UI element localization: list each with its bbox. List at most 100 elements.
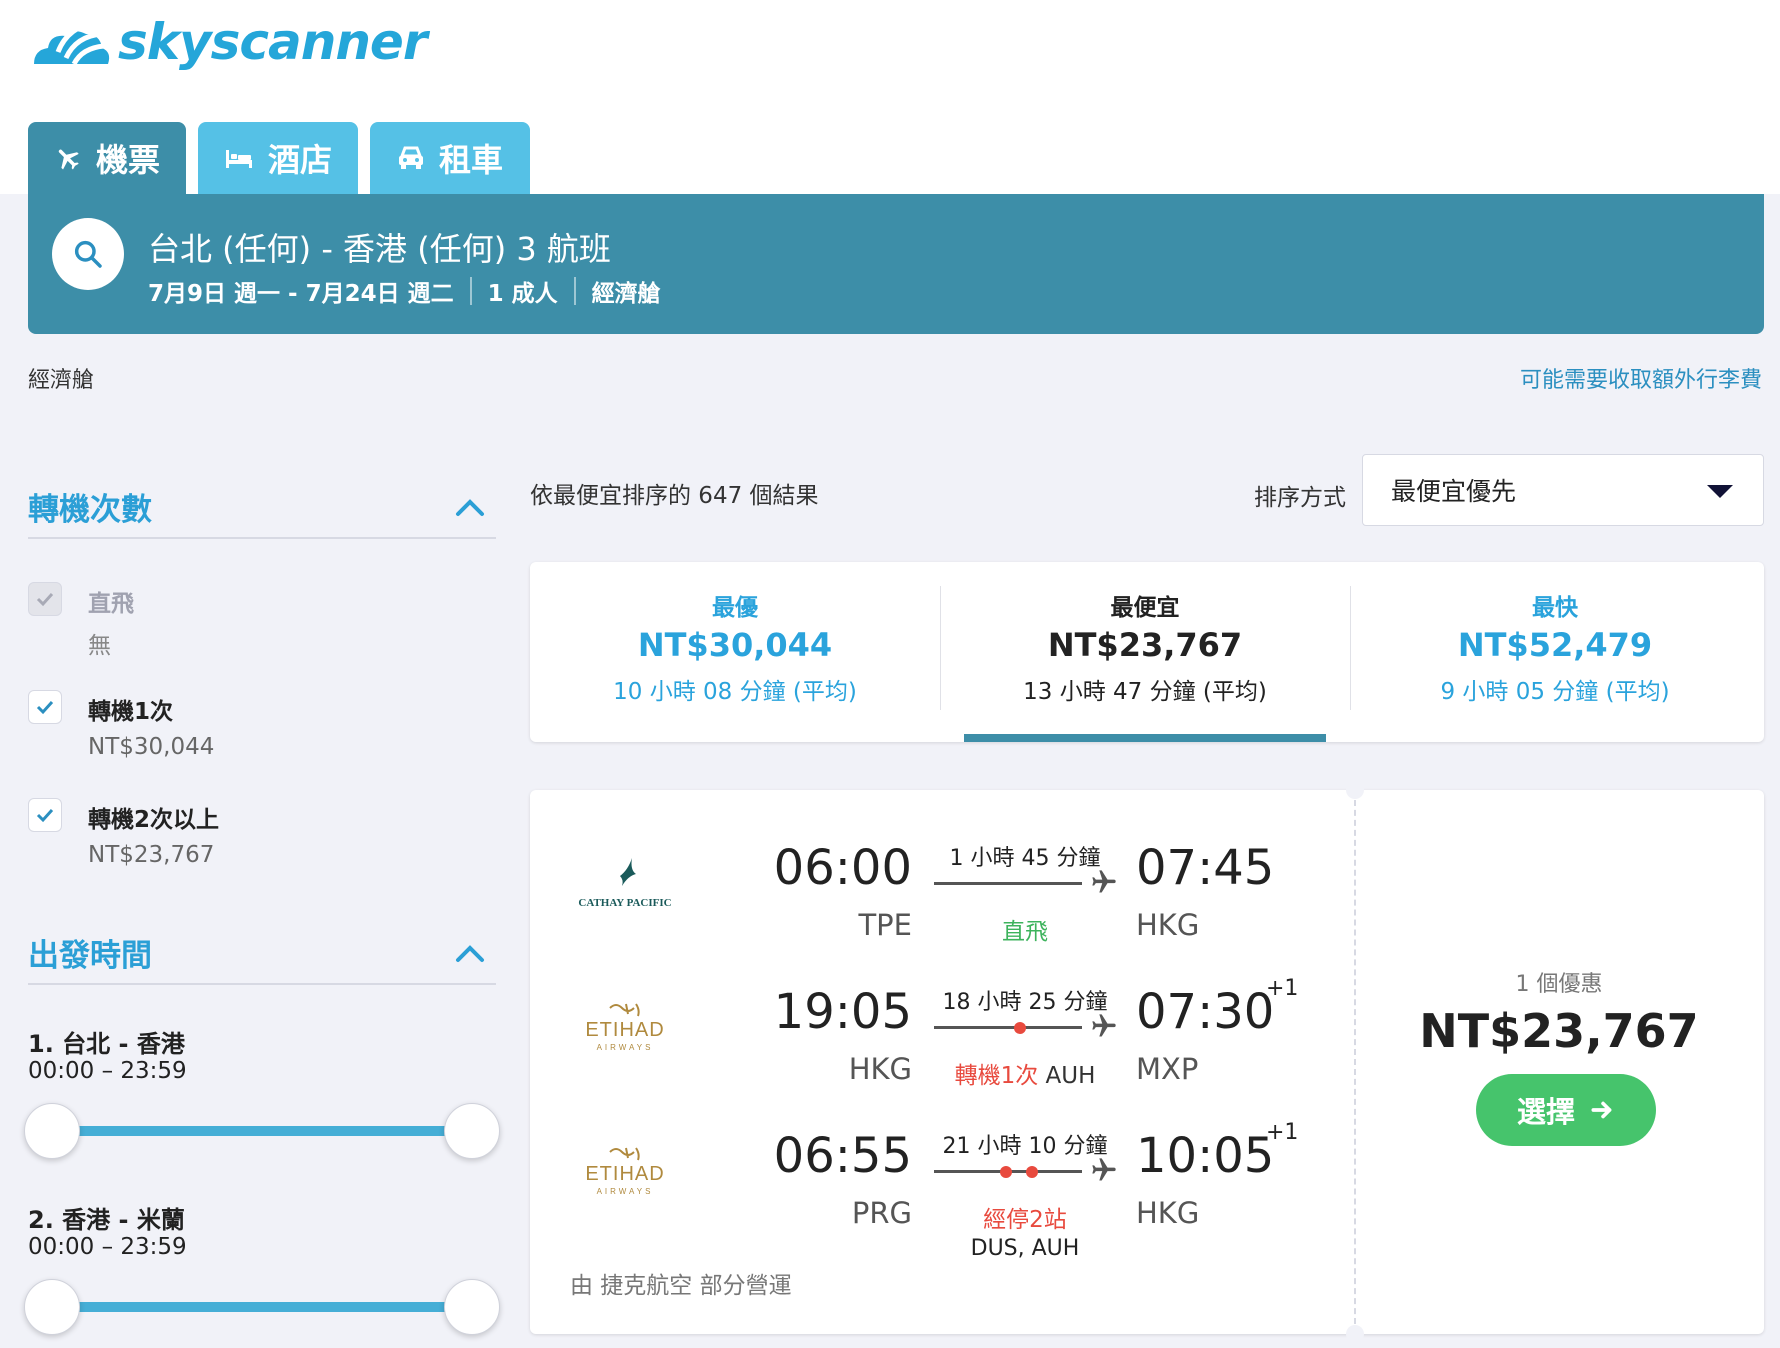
- product-tabs: 機票 酒店 租車: [28, 122, 530, 194]
- tab-hotels-label: 酒店: [267, 141, 332, 179]
- top-header: skyscanner 機票 酒店 租車: [0, 0, 1780, 194]
- divider: [28, 537, 496, 539]
- departure-airport: TPE: [858, 908, 912, 942]
- next-day-indicator: +1: [1266, 976, 1299, 1001]
- route-1-slider-track[interactable]: [52, 1126, 472, 1136]
- sort-tab-price: NT$30,044: [637, 626, 833, 664]
- plane-icon: [1092, 1014, 1116, 1037]
- stops-info: 轉機1次 AUH: [930, 1056, 1120, 1090]
- stop-airport: AUH: [1045, 1063, 1096, 1089]
- plane-icon: [58, 149, 79, 170]
- arrival-time: 10:05: [1136, 1128, 1275, 1184]
- sort-tab-price: NT$52,479: [1457, 626, 1653, 664]
- tab-flights-label: 機票: [95, 141, 160, 179]
- sort-label: 排序方式: [1254, 485, 1346, 511]
- departure-airport: PRG: [851, 1196, 912, 1230]
- etihad-logo: ETIHAD AIRWAYS: [585, 1003, 664, 1052]
- route-2-slider-track[interactable]: [52, 1302, 472, 1312]
- direct-price: 無: [88, 633, 111, 659]
- brand-name: skyscanner: [118, 13, 428, 71]
- tab-hotels[interactable]: 酒店: [198, 122, 358, 194]
- skyscanner-logo[interactable]: skyscanner: [28, 12, 428, 72]
- tab-flights[interactable]: 機票: [28, 122, 186, 194]
- sort-tab-cheapest[interactable]: 最便宜 NT$23,767 13 小時 47 分鐘 (平均): [940, 562, 1350, 742]
- stop-dot: [1014, 1022, 1026, 1034]
- stops-count: 轉機1次: [954, 1063, 1039, 1089]
- sort-tab-label: 最便宜: [1110, 595, 1180, 621]
- ticket-divider: [1354, 790, 1356, 1334]
- direct-label: 直飛: [88, 591, 134, 617]
- search-details: 7月9日 週一 - 7月24日 週二 1 成人 經濟艙: [148, 274, 661, 308]
- departure-airport: HKG: [848, 1052, 912, 1086]
- stop-dot: [1026, 1166, 1038, 1178]
- departure-time: 19:05: [773, 984, 912, 1040]
- active-tab-indicator: [964, 734, 1326, 742]
- search-button[interactable]: [52, 218, 124, 290]
- itinerary-card[interactable]: CATHAY PACIFIC 06:00 TPE 1 小時 45 分鐘 直飛 0…: [530, 781, 1764, 1343]
- checkmark-icon: [36, 808, 54, 823]
- arrival-airport: HKG: [1136, 908, 1200, 942]
- arrival-airport: MXP: [1136, 1052, 1199, 1086]
- route-1-slider-min-handle[interactable]: [24, 1103, 80, 1159]
- search-summary[interactable]: 台北 (任何) - 香港 (任何) 3 航班 7月9日 週一 - 7月24日 週…: [28, 194, 1764, 334]
- plane-icon: [1092, 1158, 1116, 1181]
- arrival-airport: HKG: [1136, 1196, 1200, 1230]
- flight-leg: ETIHAD AIRWAYS 06:55 PRG 21 小時 10 分鐘 經停2…: [530, 1108, 1350, 1261]
- sort-dropdown[interactable]: 最便宜優先: [1362, 454, 1764, 526]
- baggage-fees-link[interactable]: 可能需要收取額外行李費: [1520, 362, 1762, 394]
- search-cabin: 經濟艙: [591, 281, 661, 307]
- two-plus-stops-label: 轉機2次以上: [88, 807, 220, 833]
- operated-by-note: 由 捷克航空 部分營運: [570, 1273, 792, 1299]
- stops-filter-heading[interactable]: 轉機次數: [28, 484, 152, 529]
- sort-tab-duration: 13 小時 47 分鐘 (平均): [1023, 679, 1267, 705]
- route-2-time-range: 00:00 – 23:59: [28, 1234, 187, 1260]
- flight-leg: CATHAY PACIFIC 06:00 TPE 1 小時 45 分鐘 直飛 0…: [530, 820, 1350, 960]
- departure-time: 06:55: [773, 1128, 912, 1184]
- stopover-airports: DUS, AUH: [970, 1236, 1080, 1261]
- itinerary-price: NT$23,767: [1419, 1004, 1699, 1058]
- skyscanner-logo-icon: [34, 19, 110, 66]
- departure-time-heading[interactable]: 出發時間: [28, 930, 152, 975]
- bed-icon: [225, 150, 252, 168]
- route-1-slider-max-handle[interactable]: [444, 1103, 500, 1159]
- etihad-logo: ETIHAD AIRWAYS: [585, 1147, 664, 1196]
- route-line: [934, 1026, 1082, 1029]
- chevron-up-icon[interactable]: [452, 936, 488, 972]
- divider: [28, 983, 496, 985]
- caret-down-icon: [1707, 485, 1733, 498]
- one-stop-price: NT$30,044: [88, 734, 215, 760]
- sort-tab-best[interactable]: 最優 NT$30,044 10 小時 08 分鐘 (平均): [530, 562, 940, 742]
- stops-info: 經停2站: [983, 1207, 1067, 1233]
- select-button-label: 選擇: [1516, 1095, 1575, 1129]
- results-count: 依最便宜排序的 647 個結果: [530, 483, 819, 509]
- chevron-up-icon[interactable]: [452, 490, 488, 526]
- svg-text:AIRWAYS: AIRWAYS: [597, 1187, 654, 1196]
- cathay-pacific-logo: CATHAY PACIFIC: [578, 858, 672, 909]
- tab-car-hire[interactable]: 租車: [370, 122, 530, 194]
- arrival-time: 07:45: [1136, 840, 1275, 896]
- next-day-indicator: +1: [1266, 1120, 1299, 1145]
- cabin-class-label: 經濟艙: [28, 368, 95, 393]
- route-2-label: 2. 香港 - 米蘭: [28, 1206, 185, 1234]
- search-dates: 7月9日 週一 - 7月24日 週二: [148, 281, 454, 307]
- sort-tabs: 最優 NT$30,044 10 小時 08 分鐘 (平均) 最便宜 NT$23,…: [530, 562, 1764, 742]
- plane-icon: [1092, 870, 1116, 893]
- checkmark-icon: [36, 700, 54, 715]
- departure-time: 06:00: [773, 840, 912, 896]
- route-2-slider-max-handle[interactable]: [444, 1279, 500, 1335]
- stop-dot: [1000, 1166, 1012, 1178]
- route-2-slider-min-handle[interactable]: [24, 1279, 80, 1335]
- search-icon: [74, 240, 102, 268]
- ticket-notch: [1346, 1325, 1364, 1343]
- select-button[interactable]: 選擇: [1476, 1074, 1656, 1146]
- separator: [573, 277, 576, 305]
- one-stop-checkbox[interactable]: [28, 690, 62, 724]
- sort-tab-fastest[interactable]: 最快 NT$52,479 9 小時 05 分鐘 (平均): [1350, 562, 1760, 742]
- direct-checkbox[interactable]: [28, 582, 62, 616]
- separator: [469, 277, 472, 305]
- sort-tab-duration: 10 小時 08 分鐘 (平均): [613, 679, 857, 705]
- sort-tab-label: 最快: [1532, 595, 1578, 621]
- svg-text:AIRWAYS: AIRWAYS: [597, 1043, 654, 1052]
- arrow-right-icon: [1591, 1101, 1612, 1119]
- two-plus-stops-checkbox[interactable]: [28, 798, 62, 832]
